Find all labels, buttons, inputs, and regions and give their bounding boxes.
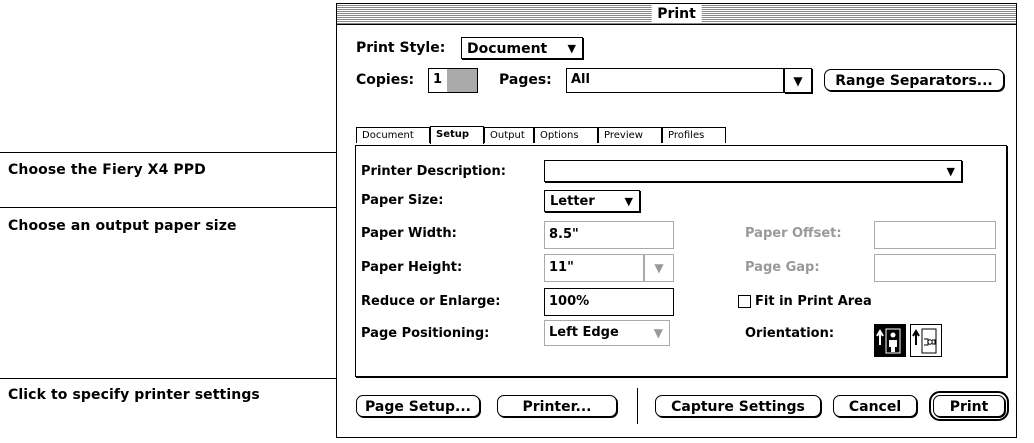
chevron-down-icon: ▼	[567, 42, 576, 55]
portrait-icon	[876, 328, 901, 354]
chevron-down-icon: ▼	[653, 326, 663, 340]
reduce-enlarge-value: 100%	[549, 294, 590, 309]
paper-width-label: Paper Width:	[361, 226, 457, 241]
fit-in-print-area-checkbox[interactable]	[738, 295, 751, 308]
chevron-down-icon: ▼	[654, 261, 664, 275]
printer-description-popup[interactable]: ▼	[544, 160, 962, 182]
page-positioning-value: Left Edge	[549, 325, 619, 340]
page-positioning-popup[interactable]: Left Edge ▼	[544, 320, 670, 346]
paper-offset-label: Paper Offset:	[745, 226, 842, 241]
print-style-popup[interactable]: Document ▼	[461, 37, 583, 59]
chevron-down-icon: ▼	[624, 195, 633, 208]
printer-button[interactable]: Printer...	[497, 395, 617, 417]
tab-setup[interactable]: Setup	[430, 126, 484, 144]
copies-field[interactable]: 1	[428, 68, 478, 93]
paper-size-value: Letter	[550, 194, 595, 209]
page-positioning-label: Page Positioning:	[361, 326, 490, 341]
paper-width-value: 8.5"	[549, 227, 579, 242]
range-separators-button[interactable]: Range Separators...	[824, 69, 1004, 91]
button-separator	[637, 388, 638, 424]
copies-value: 1	[433, 72, 443, 87]
page-setup-button[interactable]: Page Setup...	[356, 395, 480, 417]
window-title: Print	[651, 5, 702, 23]
pages-dropdown-button[interactable]: ▼	[784, 68, 812, 93]
reduce-enlarge-label: Reduce or Enlarge:	[361, 294, 501, 309]
landscape-icon	[912, 328, 937, 354]
print-button[interactable]: Print	[929, 391, 1009, 421]
reduce-enlarge-field[interactable]: 100%	[544, 288, 674, 316]
title-bar[interactable]: Print	[337, 4, 1016, 25]
paper-width-field[interactable]: 8.5"	[544, 221, 674, 249]
page-gap-field[interactable]	[874, 254, 996, 282]
chevron-down-icon: ▼	[793, 74, 803, 88]
setup-panel: Printer Description: ▼ Paper Size: Lette…	[355, 145, 1007, 377]
cancel-button[interactable]: Cancel	[833, 395, 917, 417]
paper-height-dropdown-button[interactable]: ▼	[644, 254, 674, 282]
callout-printer: Click to specify printer settings	[8, 387, 260, 403]
tab-document[interactable]: Document	[356, 127, 430, 143]
copies-label: Copies:	[356, 72, 415, 88]
orientation-label: Orientation:	[745, 326, 835, 341]
callout-paper-size: Choose an output paper size	[8, 218, 237, 234]
capture-settings-button[interactable]: Capture Settings	[655, 395, 821, 417]
tab-output[interactable]: Output	[484, 127, 534, 143]
callout-ppd: Choose the Fiery X4 PPD	[8, 162, 206, 178]
tab-profiles[interactable]: Profiles	[662, 127, 726, 143]
print-style-value: Document	[467, 41, 548, 57]
paper-height-label: Paper Height:	[361, 260, 463, 275]
print-style-label: Print Style:	[356, 40, 446, 56]
portrait-orientation-button[interactable]	[874, 324, 906, 357]
fit-in-print-area-label: Fit in Print Area	[755, 294, 872, 309]
paper-height-value: 11"	[549, 260, 574, 275]
pages-value: All	[571, 72, 590, 87]
paper-size-popup[interactable]: Letter ▼	[544, 190, 640, 212]
paper-size-label: Paper Size:	[361, 193, 444, 208]
print-dialog: Print Print Style: Document ▼ Copies: 1 …	[336, 3, 1017, 438]
pages-field[interactable]: All	[566, 68, 784, 93]
printer-description-label: Printer Description:	[361, 164, 506, 179]
paper-height-field[interactable]: 11"	[544, 254, 644, 282]
page-gap-label: Page Gap:	[745, 260, 820, 275]
tab-options[interactable]: Options	[534, 127, 598, 143]
pages-label: Pages:	[499, 72, 552, 88]
chevron-down-icon: ▼	[946, 165, 955, 178]
tab-preview[interactable]: Preview	[598, 127, 662, 143]
landscape-orientation-button[interactable]	[910, 324, 942, 357]
paper-offset-field[interactable]	[874, 221, 996, 249]
